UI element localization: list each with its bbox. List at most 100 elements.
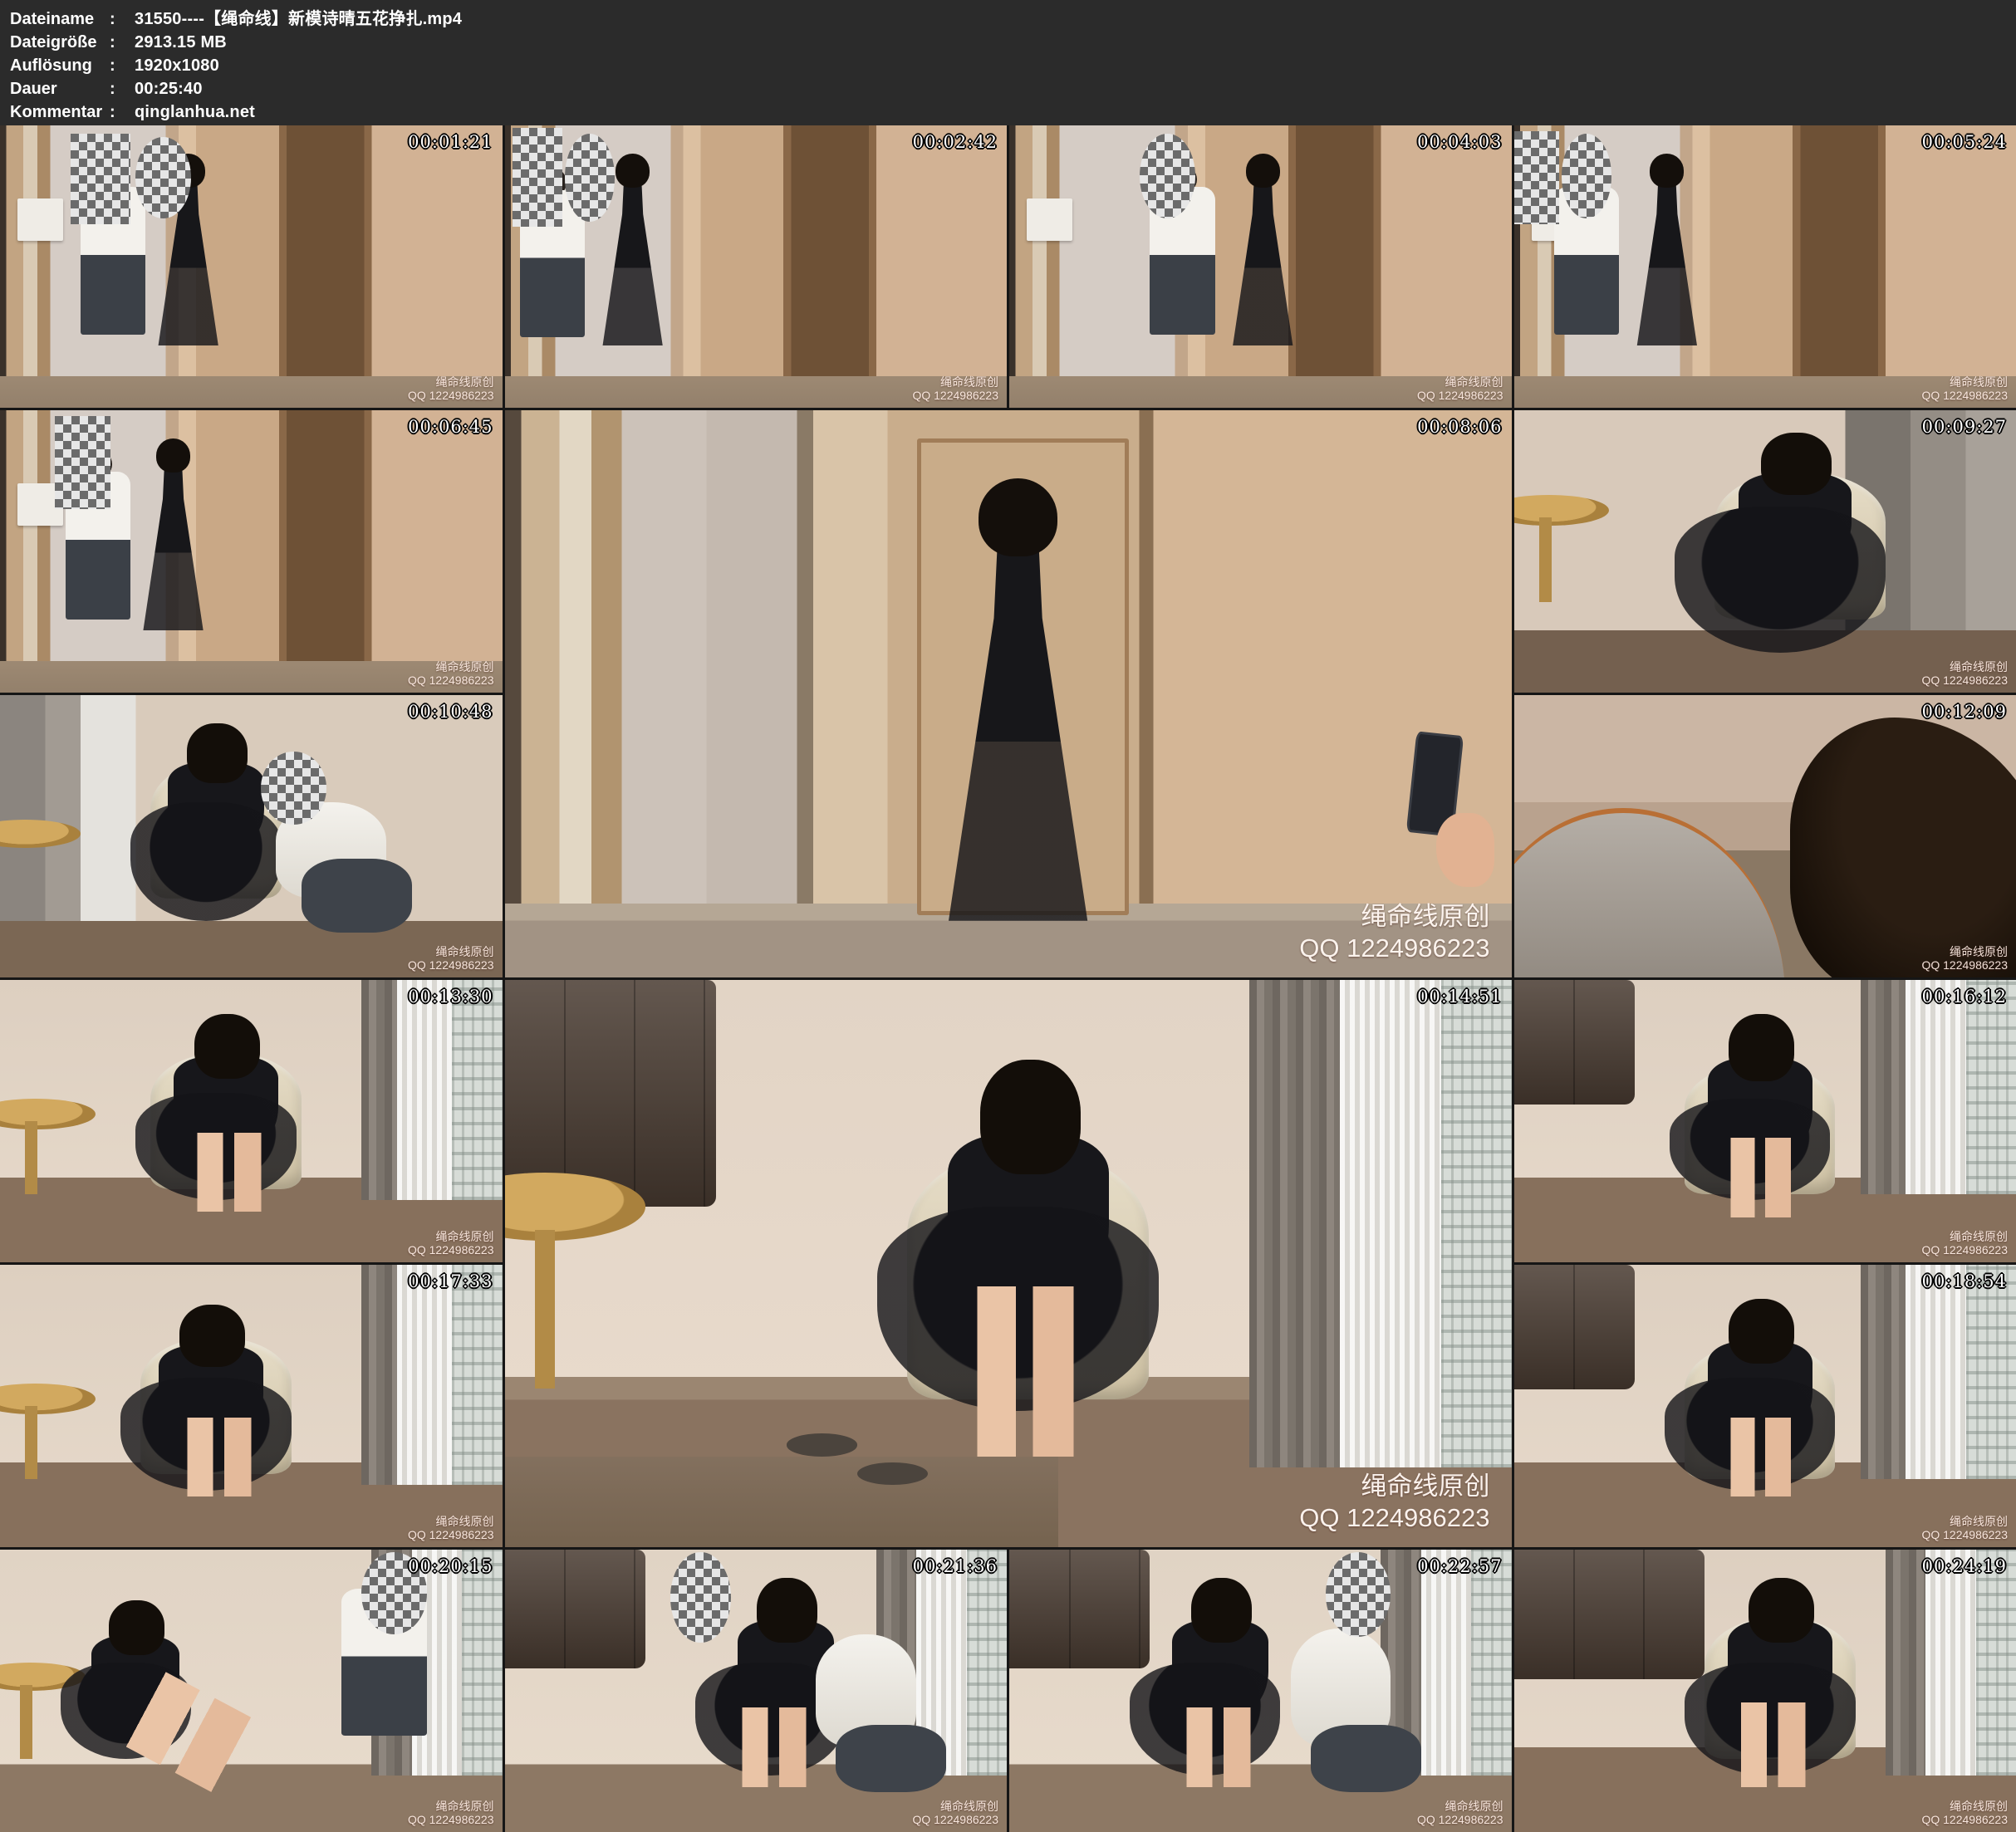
frame-image bbox=[505, 1550, 1008, 1832]
thumbnail-frame-17: 00:22:57 绳命线原创 QQ 1224986223 bbox=[1009, 1550, 1512, 1832]
timestamp-overlay: 00:09:27 bbox=[1922, 417, 2007, 437]
timestamp-overlay: 00:20:15 bbox=[408, 1556, 493, 1576]
legs bbox=[181, 1418, 262, 1496]
watermark: 绳命线原创 QQ 1224986223 bbox=[1921, 375, 2008, 402]
thumbnail-frame-16: 00:21:36 绳命线原创 QQ 1224986223 bbox=[505, 1550, 1008, 1832]
frame-image bbox=[505, 410, 1512, 977]
frame-image bbox=[0, 1265, 503, 1547]
window-city-view bbox=[1966, 1265, 2016, 1479]
meta-separator: : bbox=[110, 54, 135, 77]
window-city-view bbox=[1966, 980, 2016, 1194]
watermark: 绳命线原创 QQ 1224986223 bbox=[408, 375, 494, 402]
frame-image bbox=[0, 125, 503, 408]
frame-image bbox=[1514, 695, 2016, 977]
watermark-line2: QQ 1224986223 bbox=[1921, 1813, 2008, 1826]
window-city-view bbox=[462, 1550, 502, 1776]
mosaic-censor bbox=[55, 416, 110, 509]
leather-bench bbox=[1514, 980, 1635, 1105]
thumbnail-frame-4: 00:05:24 绳命线原创 QQ 1224986223 bbox=[1514, 125, 2016, 408]
timestamp-overlay: 00:18:54 bbox=[1922, 1271, 2007, 1291]
mosaic-censor bbox=[1326, 1552, 1391, 1637]
thumbnail-frame-1: 00:01:21 绳命线原创 QQ 1224986223 bbox=[0, 125, 503, 408]
thumbnail-frame-12: 00:16:12 绳命线原创 QQ 1224986223 bbox=[1514, 980, 2016, 1262]
window-city-view bbox=[452, 980, 502, 1200]
sheer-curtain bbox=[1906, 1265, 1966, 1479]
mosaic-censor bbox=[261, 752, 326, 825]
timestamp-overlay: 00:02:42 bbox=[913, 132, 998, 152]
legs bbox=[1724, 1418, 1800, 1496]
hair-closeup bbox=[1790, 718, 2016, 977]
frame-image bbox=[505, 980, 1512, 1547]
table-leg bbox=[1539, 517, 1552, 602]
frame-image bbox=[1514, 1265, 2016, 1547]
round-table bbox=[0, 820, 81, 848]
thumbnail-frame-8: 00:10:48 绳命线原创 QQ 1224986223 bbox=[0, 695, 503, 977]
frame-image bbox=[0, 410, 503, 693]
timestamp-overlay: 00:12:09 bbox=[1922, 702, 2007, 722]
tulle-skirt bbox=[1675, 507, 1886, 654]
timestamp-overlay: 00:13:30 bbox=[408, 987, 493, 1007]
watermark-line2: QQ 1224986223 bbox=[408, 674, 494, 687]
legs bbox=[968, 1286, 1088, 1457]
woman-figure bbox=[1635, 154, 1700, 345]
timestamp-overlay: 00:17:33 bbox=[408, 1271, 493, 1291]
timestamp-overlay: 00:24:19 bbox=[1922, 1556, 2007, 1576]
watermark-line1: 绳命线原创 bbox=[1921, 375, 2008, 389]
watermark: 绳命线原创 QQ 1224986223 bbox=[1921, 945, 2008, 972]
thumbnail-frame-14: 00:18:54 绳命线原创 QQ 1224986223 bbox=[1514, 1265, 2016, 1547]
mosaic-censor bbox=[513, 128, 562, 227]
meta-separator: : bbox=[110, 77, 135, 100]
meta-value-filename: 31550----【绳命线】新模诗晴五花挣扎.mp4 bbox=[135, 7, 462, 31]
contact-sheet: Dateiname : 31550----【绳命线】新模诗晴五花挣扎.mp4 D… bbox=[0, 0, 2016, 1832]
legs bbox=[1724, 1138, 1800, 1217]
frame-image bbox=[1514, 980, 2016, 1262]
watermark-line1: 绳命线原创 bbox=[1921, 945, 2008, 958]
frame-image bbox=[1009, 1550, 1512, 1832]
timestamp-overlay: 00:16:12 bbox=[1922, 987, 2007, 1007]
watermark-line2: QQ 1224986223 bbox=[1417, 1813, 1503, 1826]
watermark-line2: QQ 1224986223 bbox=[1921, 958, 2008, 972]
sheer-curtain bbox=[397, 1265, 458, 1485]
window-city-view bbox=[1976, 1550, 2016, 1776]
window-city-view bbox=[1471, 1550, 1511, 1776]
mosaic-censor bbox=[565, 134, 615, 221]
window-city-view bbox=[1441, 980, 1512, 1467]
thumbnail-frame-10: 00:13:30 绳命线原创 QQ 1224986223 bbox=[0, 980, 503, 1262]
thumbnail-frame-9: 00:12:09 绳命线原创 QQ 1224986223 bbox=[1514, 695, 2016, 977]
curtain bbox=[1861, 1265, 1906, 1479]
watermark-line2: QQ 1224986223 bbox=[408, 1528, 494, 1541]
thumbnail-frame-2: 00:02:42 绳命线原创 QQ 1224986223 bbox=[505, 125, 1008, 408]
thumbnail-frame-7: 00:09:27 绳命线原创 QQ 1224986223 bbox=[1514, 410, 2016, 693]
mosaic-censor bbox=[135, 137, 190, 219]
frame-image bbox=[1514, 125, 2016, 408]
meta-row-resolution: Auflösung : 1920x1080 bbox=[10, 54, 2016, 77]
watermark-line1: 绳命线原创 bbox=[1921, 1515, 2008, 1528]
round-table bbox=[0, 1384, 96, 1414]
watermark-line2: QQ 1224986223 bbox=[408, 958, 494, 972]
window-city-view bbox=[967, 1550, 1007, 1776]
watermark: 绳命线原创 QQ 1224986223 bbox=[408, 945, 494, 972]
white-box bbox=[17, 198, 62, 241]
meta-separator: : bbox=[110, 31, 135, 54]
watermark-line1: 绳命线原创 bbox=[1921, 660, 2008, 674]
watermark: 绳命线原创 QQ 1224986223 bbox=[912, 1800, 998, 1826]
floor-rug bbox=[505, 1457, 1059, 1547]
legs bbox=[1734, 1702, 1815, 1787]
legs bbox=[191, 1133, 272, 1212]
meta-label: Dateigröße bbox=[10, 31, 110, 54]
leather-bench bbox=[1514, 1550, 1705, 1679]
meta-value-filesize: 2913.15 MB bbox=[135, 31, 227, 54]
meta-row-duration: Dauer : 00:25:40 bbox=[10, 77, 2016, 100]
watermark-line2: QQ 1224986223 bbox=[912, 1813, 998, 1826]
watermark-line2: QQ 1224986223 bbox=[408, 1243, 494, 1256]
watermark-line1: 绳命线原创 bbox=[912, 1800, 998, 1813]
sheer-curtain bbox=[397, 980, 458, 1200]
curtain bbox=[1861, 980, 1906, 1194]
thumbnail-frame-15: 00:20:15 绳命线原创 QQ 1224986223 bbox=[0, 1550, 503, 1832]
meta-separator: : bbox=[110, 100, 135, 124]
meta-value-duration: 00:25:40 bbox=[135, 77, 203, 100]
curtain bbox=[1886, 1550, 1925, 1776]
leather-bench bbox=[505, 1550, 645, 1668]
sheer-curtain bbox=[1340, 980, 1440, 1467]
timestamp-overlay: 00:14:51 bbox=[1417, 987, 1502, 1007]
